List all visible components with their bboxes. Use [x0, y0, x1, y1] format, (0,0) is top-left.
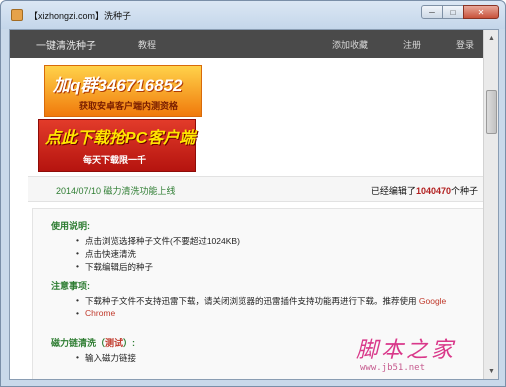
usage-item: 点击浏览选择种子文件(不要超过1024KB)	[76, 235, 240, 247]
watermark-text: 脚本之家	[356, 338, 457, 363]
window-title: 【xizhongzi.com】洗种子	[29, 11, 132, 21]
nav-brand-link[interactable]: 一键清洗种子	[36, 37, 96, 52]
banner-qq-subtext: 获取安卓客户端内测资格	[79, 101, 179, 111]
usage-item: 点击快速清洗	[76, 248, 136, 260]
notes-item: 下载种子文件不支持迅雷下载，请关闭浏览器的迅雷插件支持功能再进行下载。推荐使用 …	[76, 295, 446, 307]
nav-login-link[interactable]: 登录	[456, 38, 474, 51]
banner-qq-text: 加q群346716852	[53, 76, 183, 95]
usage-title: 使用说明:	[51, 221, 90, 231]
watermark-url: www.jb51.net	[360, 363, 426, 373]
chrome-link[interactable]: Chrome	[76, 308, 115, 318]
top-nav: 一键清洗种子 教程 添加收藏 注册 登录	[10, 30, 484, 58]
banner-download-text: 点此下载抢PC客户端	[45, 130, 196, 147]
nav-register-link[interactable]: 注册	[403, 38, 421, 51]
page-viewport: 一键清洗种子 教程 添加收藏 注册 登录 加q群346716852 获取安卓客户…	[9, 29, 499, 380]
caption-buttons: ─ □ ✕	[421, 5, 499, 19]
magnet-title: 磁力链清洗（测试）:	[51, 336, 135, 349]
chevron-up-icon[interactable]: ▲	[485, 31, 498, 45]
banner-download-subtext: 每天下载限一千	[83, 155, 147, 165]
chevron-down-icon[interactable]: ▼	[485, 364, 498, 378]
browser-window: 【xizhongzi.com】洗种子 ─ □ ✕ 一键清洗种子 教程 添加收藏 …	[0, 0, 506, 387]
pc-client-download-banner[interactable]: 点此下载抢PC客户端 每天下载限一千	[38, 119, 196, 172]
magnet-test-tag: 测试	[105, 338, 124, 348]
edited-count: 已经编辑了1040470个种子	[371, 184, 478, 197]
title-bar[interactable]: 【xizhongzi.com】洗种子 ─ □ ✕	[1, 1, 505, 29]
google-link[interactable]: Google	[419, 296, 446, 306]
info-bar: 2014/07/10 磁力清洗功能上线 已经编辑了1040470个种子	[28, 176, 484, 202]
qq-group-banner[interactable]: 加q群346716852 获取安卓客户端内测资格	[44, 65, 202, 117]
nav-add-favorite-link[interactable]: 添加收藏	[332, 38, 368, 51]
torrent-app-icon	[11, 9, 23, 21]
minimize-button[interactable]: ─	[421, 5, 443, 19]
notes-text: 下载种子文件不支持迅雷下载，请关闭浏览器的迅雷插件支持功能再进行下载。推荐使用	[85, 296, 419, 306]
vertical-scrollbar[interactable]: ▲ ▼	[483, 30, 498, 379]
magnet-title-prefix: 磁力链清洗（	[51, 338, 106, 348]
count-value: 1040470	[415, 186, 451, 196]
count-prefix: 已经编辑了	[370, 186, 416, 196]
announcement-text: 2014/07/10 磁力清洗功能上线	[56, 186, 176, 196]
scroll-thumb[interactable]	[486, 90, 497, 134]
count-suffix: 个种子	[450, 186, 478, 196]
nav-tutorial-link[interactable]: 教程	[138, 38, 156, 51]
magnet-title-suffix: ）:	[123, 338, 136, 348]
magnet-item: 输入磁力链接	[76, 352, 136, 364]
usage-item: 下载编辑后的种子	[76, 261, 153, 273]
notes-title: 注意事项:	[51, 281, 90, 291]
maximize-button[interactable]: □	[442, 5, 464, 19]
close-button[interactable]: ✕	[463, 5, 499, 19]
